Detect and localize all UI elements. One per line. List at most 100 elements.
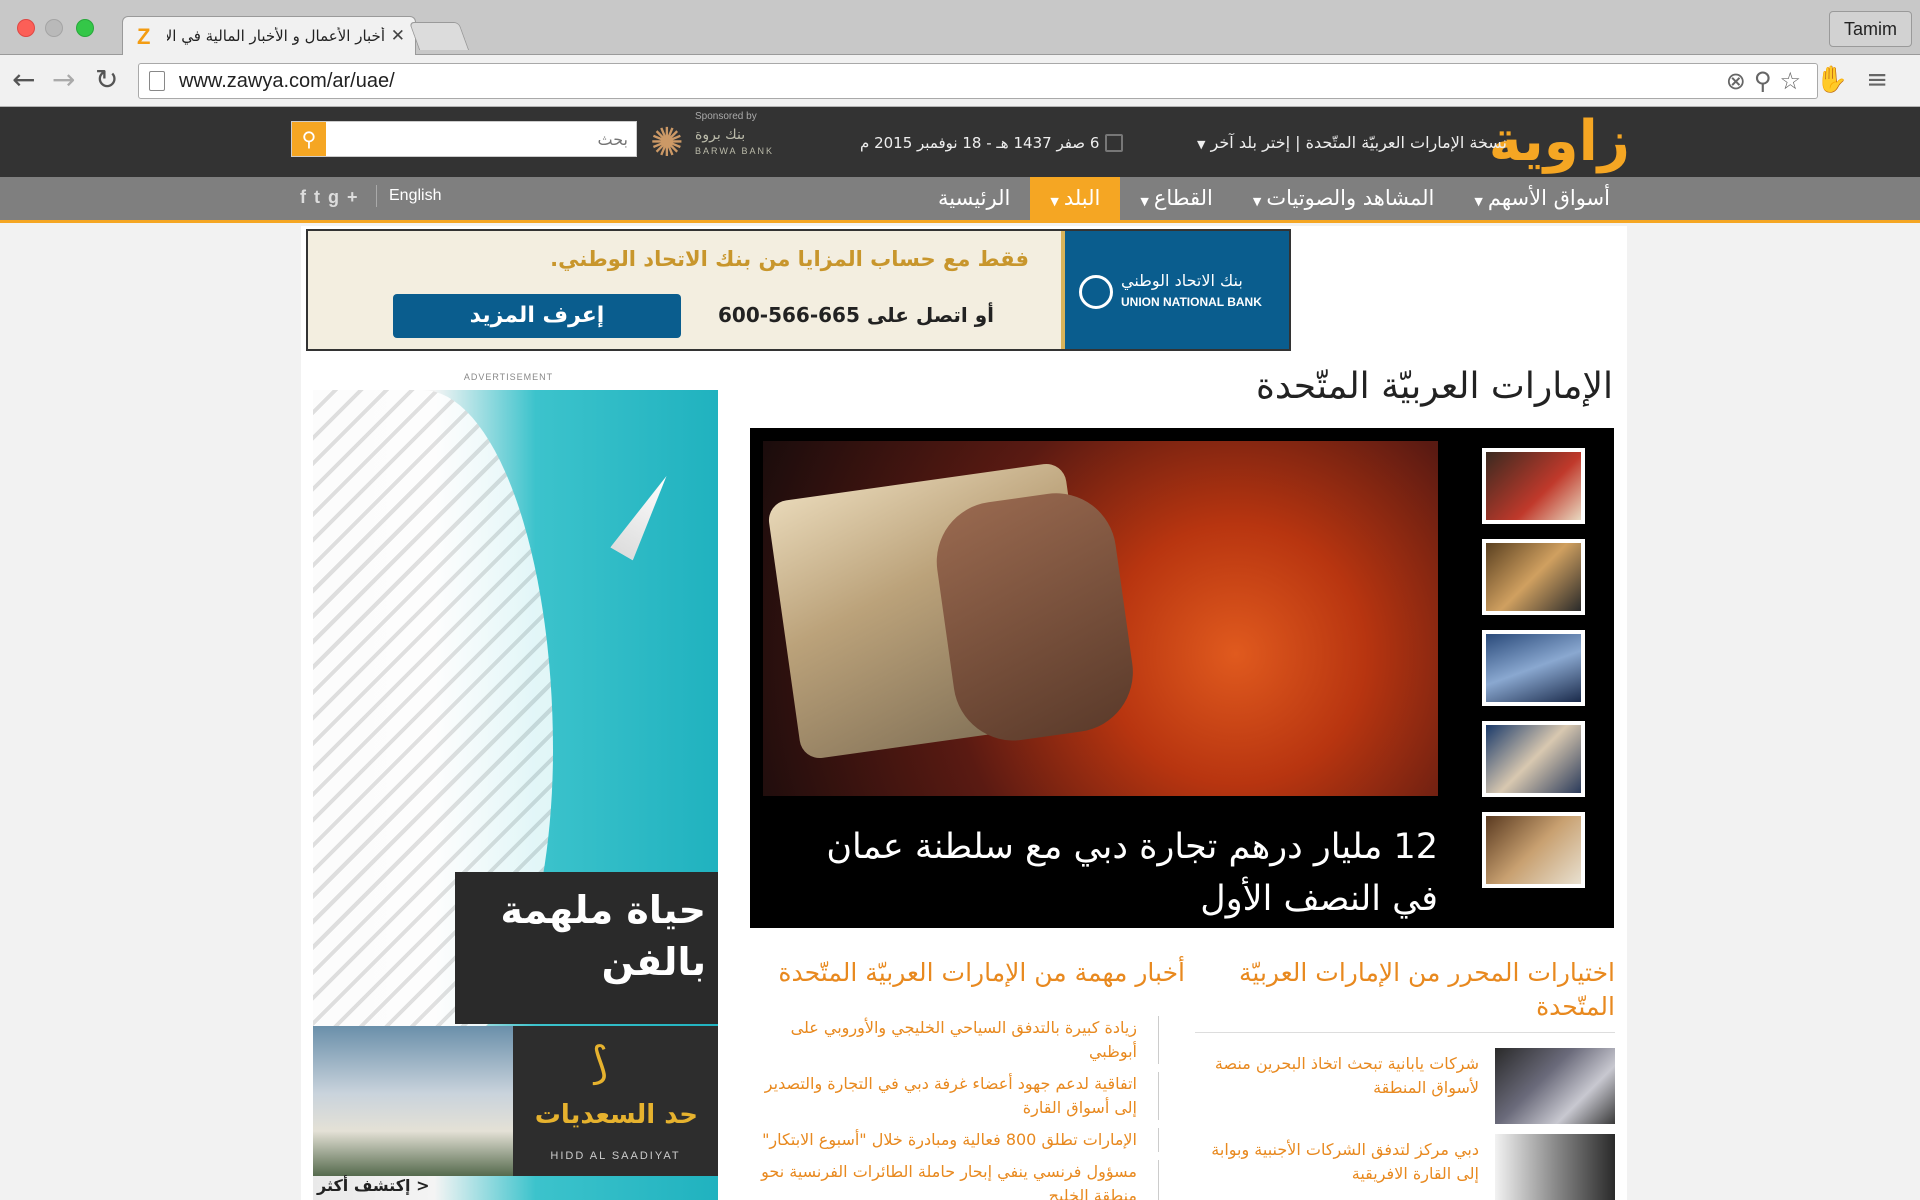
slider-thumbnail[interactable]	[1482, 448, 1585, 524]
unb-name-ar: بنك الاتحاد الوطني	[1121, 271, 1243, 290]
reload-icon[interactable]: ↻	[95, 63, 118, 97]
hero-image[interactable]	[763, 441, 1438, 796]
side-ad[interactable]: حياة ملهمة بالفن ⟆ حد السعديات HIDD AL S…	[313, 390, 718, 1200]
ad-brand-ar: حد السعديات	[534, 1100, 698, 1130]
new-tab-button[interactable]	[408, 22, 470, 50]
important-news-heading[interactable]: أخبار مهمة من الإمارات العربيّة المتّحدة	[745, 956, 1185, 990]
news-link[interactable]: زيادة كبيرة بالتدفق السياحي الخليجي والأ…	[741, 1016, 1159, 1064]
sponsor-label: Sponsored by	[695, 111, 757, 122]
nav-item-4[interactable]: أسواق الأسهم ▼	[1454, 177, 1630, 220]
villa-image	[313, 1026, 513, 1176]
calendar-icon	[1105, 134, 1124, 152]
unb-logo: بنك الاتحاد الوطني UNION NATIONAL BANK	[1061, 231, 1289, 349]
news-link[interactable]: الإمارات تطلق 800 فعالية ومبادرة خلال "أ…	[741, 1128, 1159, 1152]
google-plus-icon[interactable]: g+	[328, 187, 366, 207]
sailboat-image	[610, 470, 678, 561]
advertisement-label: ADVERTISEMENT	[463, 372, 554, 382]
editor-pick-link[interactable]: شركات يابانية تبحث اتخاذ البحرين منصة لأ…	[1195, 1052, 1479, 1100]
address-bar[interactable]: www.zawya.com/ar/uae/ ⊗⚲☆	[138, 63, 1818, 99]
nav-item-1[interactable]: البلد ▼	[1030, 177, 1121, 220]
banner-headline: فقط مع حساب المزايا من بنك الاتحاد الوطن…	[550, 247, 1029, 271]
browser-toolbar: ← → ↻ www.zawya.com/ar/uae/ ⊗⚲☆ ✋≡	[0, 55, 1920, 107]
nav-item-label: البلد	[1063, 186, 1101, 210]
hidd-mark-icon: ⟆	[591, 1038, 609, 1089]
unb-mark-icon	[1079, 275, 1113, 309]
forward-arrow-icon[interactable]: →	[52, 63, 75, 97]
editor-pick-thumbnail[interactable]	[1495, 1048, 1615, 1124]
browser-tab-bar: Z أخبار الأعمال و الأخبار المالية في الإ…	[0, 0, 1920, 56]
divider	[1195, 1032, 1615, 1033]
barwa-star-icon: ✺	[650, 120, 684, 166]
chevron-down-icon: ▼	[1140, 195, 1149, 208]
search-icon: ⚲	[301, 127, 317, 151]
slider-thumbnail[interactable]	[1482, 812, 1585, 888]
zawya-favicon-icon: Z	[137, 24, 151, 49]
editor-picks-heading[interactable]: اختيارات المحرر من الإمارات العربيّة الم…	[1195, 956, 1615, 1024]
omnibox-icons: ⊗⚲☆	[1726, 67, 1809, 95]
page-content: بنك الاتحاد الوطني UNION NATIONAL BANK ف…	[301, 226, 1627, 1200]
nav-item-label: أسواق الأسهم	[1487, 186, 1610, 210]
slider-thumbnail[interactable]	[1482, 721, 1585, 797]
editor-pick-link[interactable]: دبي مركز لتدفق الشركات الأجنبية وبوابة إ…	[1195, 1138, 1479, 1186]
chevron-down-icon: ▼	[1050, 195, 1059, 208]
ad-tagline-panel: حياة ملهمة بالفن	[455, 872, 718, 1024]
minimize-window-button[interactable]	[45, 19, 63, 37]
language-switch-link[interactable]: English	[376, 185, 441, 207]
search-input[interactable]	[328, 124, 632, 154]
date-text: 6 صفر 1437 هـ - 18 نوفمبر 2015 م	[860, 134, 1100, 152]
chevron-down-icon: ▼	[1474, 195, 1483, 208]
zoom-icon[interactable]: ⚲	[1754, 67, 1780, 95]
page-title: الإمارات العربيّة المتّحدة	[1256, 366, 1613, 407]
banner-phone: أو اتصل على 665-566-600	[718, 303, 995, 327]
nav-item-label: الرئيسية	[938, 186, 1011, 210]
nav-item-0[interactable]: الرئيسية	[918, 177, 1030, 220]
zawya-logo[interactable]: زاوية	[1489, 107, 1630, 177]
slider-thumbnail[interactable]	[1482, 539, 1585, 615]
maximize-window-button[interactable]	[76, 19, 94, 37]
ad-tagline: حياة ملهمة بالفن	[500, 888, 706, 984]
news-link[interactable]: اتفاقية لدعم جهود أعضاء غرفة دبي في التج…	[741, 1072, 1159, 1120]
sponsor-name-en: BARWA BANK	[695, 146, 775, 156]
profile-button[interactable]: Tamim	[1829, 11, 1912, 47]
close-window-button[interactable]	[17, 19, 35, 37]
nav-item-label: المشاهد والصوتيات	[1266, 186, 1435, 210]
sponsor-name-ar: بنك بروة	[695, 127, 746, 143]
nav-item-3[interactable]: المشاهد والصوتيات ▼	[1233, 177, 1455, 220]
cookie-blocked-icon[interactable]: ⊗	[1726, 67, 1754, 95]
sponsor-logo[interactable]: Sponsored by ✺ بنك بروة BARWA BANK	[650, 111, 780, 171]
slider-thumbnail[interactable]	[1482, 630, 1585, 706]
editor-pick-item[interactable]: شركات يابانية تبحث اتخاذ البحرين منصة لأ…	[1195, 1048, 1615, 1128]
chevron-down-icon: ▼	[1252, 195, 1262, 208]
editor-pick-thumbnail[interactable]	[1495, 1134, 1615, 1200]
bookmark-star-icon[interactable]: ☆	[1779, 67, 1809, 95]
edition-text: نسخة الإمارات العربيّة المتّحدة | إختر ب…	[1210, 133, 1507, 152]
extension-icons: ✋≡	[1816, 65, 1906, 95]
url-text[interactable]: www.zawya.com/ar/uae/	[179, 70, 395, 93]
current-date: 6 صفر 1437 هـ - 18 نوفمبر 2015 م	[860, 134, 1124, 152]
menu-hamburger-icon[interactable]: ≡	[1866, 65, 1906, 95]
page-icon	[149, 71, 165, 91]
banner-ad[interactable]: بنك الاتحاد الوطني UNION NATIONAL BANK ف…	[306, 229, 1291, 351]
ad-brand-en: HIDD AL SAADIYAT	[550, 1150, 681, 1162]
banner-learn-more-button[interactable]: إعرف المزيد	[393, 294, 681, 338]
main-navigation: الرئيسية البلد▼ القطاع▼ المشاهد والصوتيات▼ أ…	[0, 177, 1920, 223]
hero-headline[interactable]: 12 مليار درهم تجارة دبي مع سلطنة عمان في…	[778, 821, 1438, 925]
browser-tab[interactable]: Z أخبار الأعمال و الأخبار المالية في الإ…	[122, 16, 416, 56]
discover-more-link[interactable]: < إكتشف أكثر	[317, 1176, 429, 1195]
edition-selector[interactable]: نسخة الإمارات العربيّة المتّحدة | إختر ب…	[1197, 133, 1507, 152]
facebook-icon[interactable]: f	[300, 187, 314, 207]
unb-name-en: UNION NATIONAL BANK	[1121, 295, 1262, 309]
nav-item-label: القطاع	[1153, 186, 1213, 210]
back-arrow-icon[interactable]: ←	[12, 63, 35, 97]
adblock-hand-icon[interactable]: ✋	[1816, 65, 1866, 95]
twitter-icon[interactable]: t	[314, 187, 328, 207]
nav-item-2[interactable]: القطاع ▼	[1120, 177, 1232, 220]
news-link[interactable]: مسؤول فرنسي ينفي إبحار حاملة الطائرات ال…	[741, 1160, 1159, 1200]
tab-close-icon[interactable]: ✕	[391, 26, 405, 46]
editor-pick-item[interactable]: دبي مركز لتدفق الشركات الأجنبية وبوابة إ…	[1195, 1134, 1615, 1200]
tab-title: أخبار الأعمال و الأخبار المالية في الإما…	[167, 27, 385, 45]
search-button[interactable]: ⚲	[292, 122, 326, 156]
site-header: زاوية نسخة الإمارات العربيّة المتّحدة | …	[0, 107, 1920, 177]
social-links: ftg+	[300, 187, 366, 208]
hidd-al-saadiyat-logo: ⟆ حد السعديات HIDD AL SAADIYAT	[513, 1026, 718, 1176]
